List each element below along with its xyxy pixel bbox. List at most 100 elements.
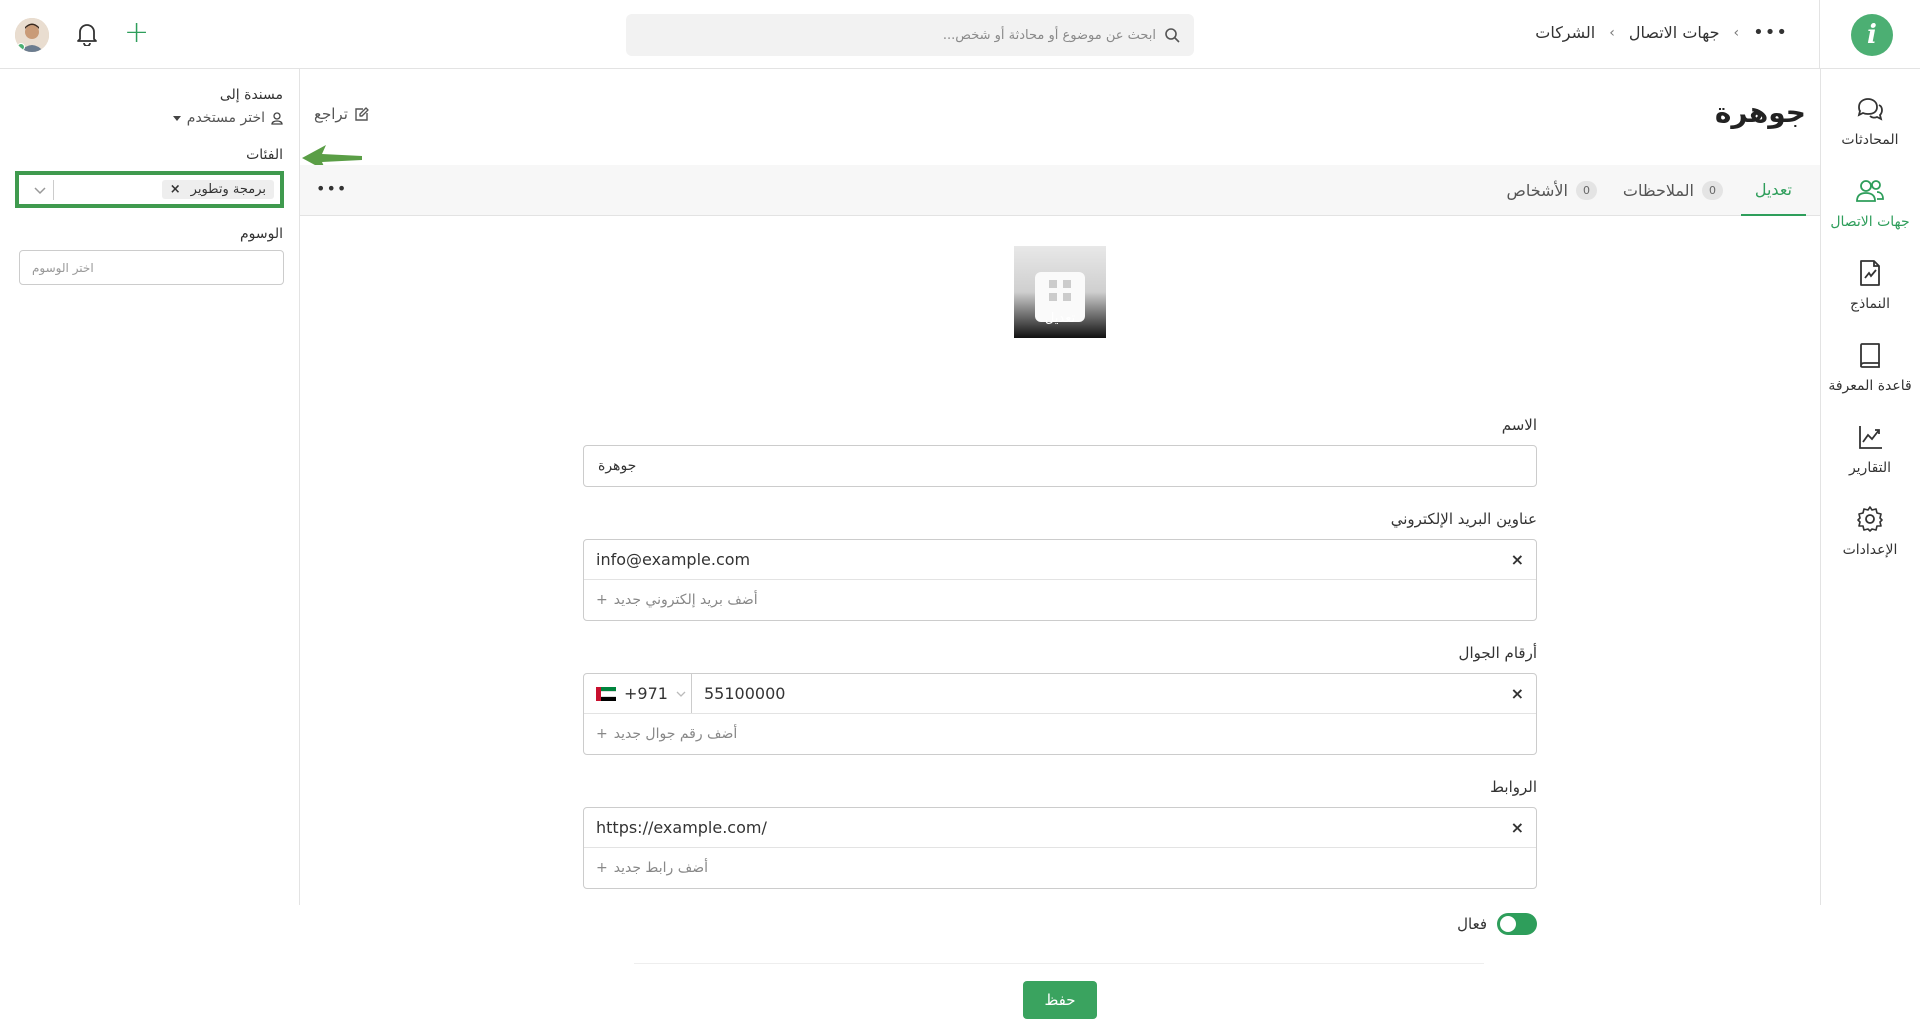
undo-button[interactable]: تراجع	[314, 105, 370, 123]
nav-label: قاعدة المعرفة	[1828, 378, 1912, 394]
app-logo[interactable]: i	[1851, 14, 1893, 56]
phone-number-value: 55100000	[704, 684, 786, 703]
caret-down-icon	[172, 115, 181, 121]
plus-icon: +	[596, 726, 608, 742]
tab-label: تعديل	[1754, 180, 1792, 199]
assignee-value: اختر مستخدم	[186, 110, 265, 126]
tab-count-badge: 0	[1576, 181, 1597, 200]
phone-number-input[interactable]: 55100000 ×	[692, 674, 1536, 713]
remove-link-icon[interactable]: ×	[1511, 818, 1524, 837]
chevron-icon: ‹	[1733, 24, 1740, 41]
chevron-icon: ‹	[1609, 24, 1615, 41]
gear-icon	[1857, 506, 1883, 532]
user-icon	[271, 111, 283, 125]
nav-label: جهات الاتصال	[1830, 214, 1910, 230]
save-button[interactable]: حفظ	[1023, 981, 1097, 1019]
name-label: الاسم	[1501, 416, 1537, 434]
main-nav: المحادثات جهات الاتصال النماذج قاعدة الم…	[1820, 69, 1920, 905]
page-title: جوهرة	[1714, 96, 1806, 129]
forms-icon	[1860, 260, 1880, 286]
breadcrumb-companies[interactable]: الشركات	[1535, 23, 1595, 42]
remove-phone-icon[interactable]: ×	[1511, 684, 1524, 703]
phones-label: أرقام الجوال	[1458, 644, 1537, 662]
tab-label: الملاحظات	[1622, 181, 1694, 200]
category-chip: برمجة وتطوير ×	[161, 180, 274, 199]
book-icon	[1860, 343, 1880, 368]
name-input[interactable]: جوهرة	[583, 445, 1537, 487]
email-row: info@example.com ×	[584, 540, 1536, 580]
email-value[interactable]: info@example.com	[596, 550, 750, 569]
category-chip-label: برمجة وتطوير	[190, 182, 266, 197]
logo-edit-label: تعديل	[1044, 311, 1076, 326]
add-phone-label: أضف رقم جوال جديد	[613, 726, 738, 742]
search-icon	[1165, 28, 1180, 43]
tags-placeholder: اختر الوسوم	[32, 260, 94, 275]
link-value[interactable]: https://example.com/	[596, 818, 767, 837]
tab-label: الأشخاص	[1506, 181, 1568, 200]
chevron-down-icon[interactable]	[33, 185, 47, 195]
phone-row: +971 55100000 ×	[584, 674, 1536, 714]
nav-label: المحادثات	[1841, 132, 1899, 148]
more-icon[interactable]: •••	[316, 179, 347, 198]
links-field: https://example.com/ × أضف رابط جديد +	[583, 807, 1537, 889]
uae-flag-icon	[596, 686, 616, 701]
undo-label: تراجع	[314, 105, 348, 123]
more-icon[interactable]: •••	[1753, 22, 1788, 43]
tab-notes[interactable]: الملاحظات 0	[1609, 165, 1737, 216]
online-status-dot	[17, 43, 25, 51]
nav-item-settings[interactable]: الإعدادات	[1820, 504, 1920, 558]
add-link-label: أضف رابط جديد	[613, 860, 708, 876]
tab-edit[interactable]: تعديل	[1740, 165, 1806, 216]
nav-item-knowledge-base[interactable]: قاعدة المعرفة	[1820, 340, 1920, 394]
reports-icon	[1859, 426, 1882, 449]
add-link-button[interactable]: أضف رابط جديد +	[584, 848, 1536, 888]
details-sidebar: مسندة إلى اختر مستخدم الفئات برمجة وتطوي…	[0, 69, 300, 905]
breadcrumb-contacts[interactable]: جهات الاتصال	[1629, 23, 1720, 42]
remove-chip-icon[interactable]: ×	[170, 182, 181, 197]
contacts-icon	[1856, 180, 1884, 202]
chat-icon	[1857, 98, 1883, 121]
nav-label: الإعدادات	[1842, 542, 1898, 558]
nav-item-contacts[interactable]: جهات الاتصال	[1820, 176, 1920, 230]
categories-label: الفئات	[246, 147, 283, 163]
nav-label: التقارير	[1848, 460, 1892, 476]
plus-icon: +	[596, 592, 608, 608]
breadcrumb: ••• ‹ جهات الاتصال ‹ الشركات	[1535, 22, 1788, 43]
remove-email-icon[interactable]: ×	[1511, 550, 1524, 569]
country-code-select[interactable]: +971	[584, 674, 692, 713]
edit-icon	[355, 107, 369, 121]
links-label: الروابط	[1490, 778, 1537, 796]
assigned-to-label: مسندة إلى	[219, 87, 283, 103]
tab-people[interactable]: الأشخاص 0	[1492, 165, 1611, 216]
add-email-button[interactable]: أضف بريد إلكتروني جديد +	[584, 580, 1536, 620]
avatar[interactable]	[15, 18, 49, 52]
add-icon[interactable]: +	[124, 18, 149, 48]
emails-field: info@example.com × أضف بريد إلكتروني جدي…	[583, 539, 1537, 621]
company-logo-upload[interactable]: تعديل	[1014, 246, 1106, 338]
tags-select[interactable]: اختر الوسوم	[19, 250, 284, 285]
assignee-select[interactable]: اختر مستخدم	[172, 110, 283, 126]
search-placeholder: ابحث عن موضوع أو محادثة أو شخص...	[942, 27, 1156, 43]
nav-item-reports[interactable]: التقارير	[1820, 422, 1920, 476]
tabs-bar: تعديل الملاحظات 0 الأشخاص 0 •••	[300, 165, 1820, 216]
nav-label: النماذج	[1849, 296, 1890, 312]
nav-item-forms[interactable]: النماذج	[1820, 258, 1920, 312]
country-code: +971	[624, 684, 668, 703]
name-value: جوهرة	[598, 458, 637, 474]
active-label: فعال	[1457, 915, 1487, 933]
add-phone-button[interactable]: أضف رقم جوال جديد +	[584, 714, 1536, 754]
active-toggle[interactable]	[1497, 913, 1537, 935]
add-email-label: أضف بريد إلكتروني جديد	[613, 592, 758, 608]
tab-count-badge: 0	[1702, 181, 1723, 200]
plus-icon: +	[596, 860, 608, 876]
bell-icon[interactable]	[76, 22, 98, 46]
phones-field: +971 55100000 × أضف رقم جوال جديد +	[583, 673, 1537, 755]
emails-label: عناوين البريد الإلكتروني	[1390, 510, 1537, 528]
tags-label: الوسوم	[239, 226, 283, 242]
top-bar: i ••• ‹ جهات الاتصال ‹ الشركات ابحث عن م…	[0, 0, 1920, 69]
categories-select[interactable]: برمجة وتطوير ×	[15, 171, 284, 208]
link-row: https://example.com/ ×	[584, 808, 1536, 848]
nav-item-conversations[interactable]: المحادثات	[1820, 94, 1920, 148]
active-toggle-row: فعال	[1457, 913, 1537, 935]
search-input[interactable]: ابحث عن موضوع أو محادثة أو شخص...	[626, 14, 1194, 56]
